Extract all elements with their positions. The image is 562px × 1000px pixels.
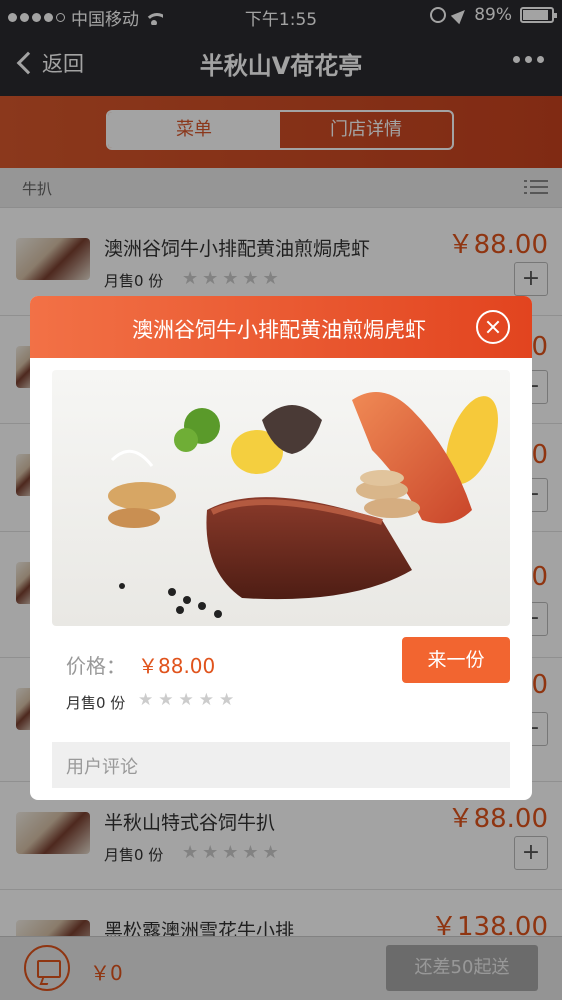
modal-sold: 月售0 份 <box>66 694 126 712</box>
price-label: 价格： <box>66 654 126 678</box>
modal-header: 澳洲谷饲牛小排配黄油煎焗虎虾 <box>30 296 532 358</box>
user-reviews-section[interactable]: 用户评论 <box>52 742 510 788</box>
dish-detail-modal: 澳洲谷饲牛小排配黄油煎焗虎虾 价格： ￥88.00 来一份 月售0 份 ★★★★… <box>30 296 532 800</box>
order-button[interactable]: 来一份 <box>402 637 510 683</box>
reviews-label: 用户评论 <box>66 757 138 778</box>
modal-price: ￥88.00 <box>138 654 216 678</box>
modal-title: 澳洲谷饲牛小排配黄油煎焗虎虾 <box>132 318 426 342</box>
rating-stars: ★★★★★ <box>138 690 240 710</box>
dish-photo <box>52 370 510 626</box>
close-icon[interactable] <box>476 310 510 344</box>
